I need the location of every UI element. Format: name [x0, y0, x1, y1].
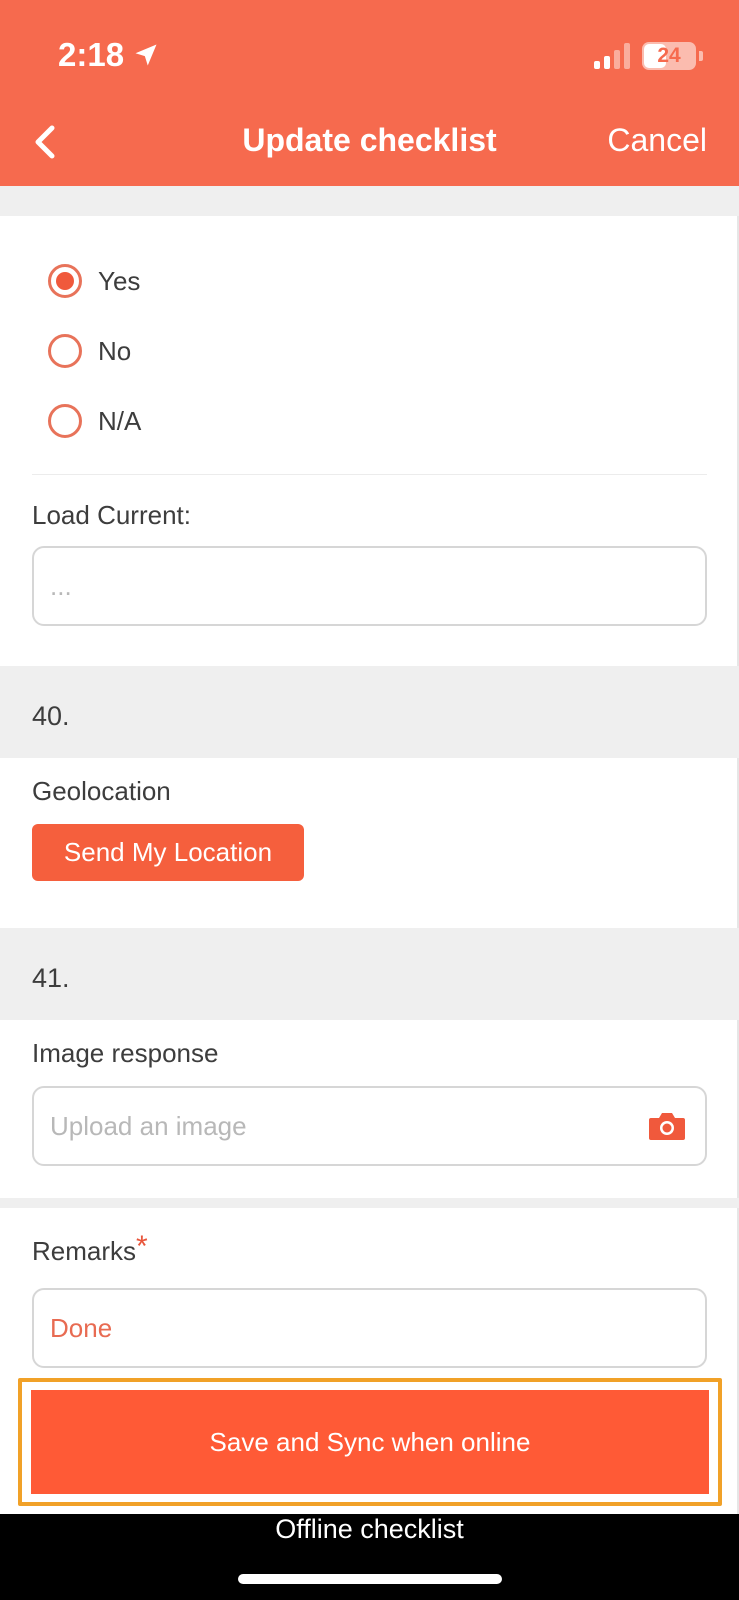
radio-option-yes[interactable]: Yes [48, 264, 140, 298]
image-upload-field[interactable]: Upload an image [32, 1086, 707, 1166]
load-current-input[interactable]: ... [32, 546, 707, 626]
status-time-text: 2:18 [58, 36, 125, 73]
section-separator [0, 1198, 739, 1208]
required-asterisk: * [136, 1230, 148, 1263]
camera-icon[interactable] [647, 1110, 687, 1142]
geolocation-label: Geolocation [32, 776, 171, 806]
divider [32, 474, 707, 475]
load-current-label: Load Current: [32, 500, 191, 530]
save-sync-button[interactable]: Save and Sync when online [31, 1390, 709, 1494]
remarks-value: Done [50, 1312, 113, 1343]
remarks-label: Remarks* [32, 1230, 148, 1270]
status-time: 2:18 [58, 36, 160, 74]
question-number-41: 41. [32, 963, 70, 993]
radio-label: N/A [98, 405, 142, 436]
location-arrow-icon [135, 44, 157, 66]
status-indicators: 24 [594, 42, 703, 70]
cellular-signal-icon [594, 43, 630, 69]
caption-text: Offline checklist [275, 1514, 464, 1544]
radio-unselected-icon [48, 404, 82, 438]
image-upload-placeholder: Upload an image [50, 1110, 247, 1141]
image-response-label: Image response [32, 1038, 219, 1068]
cancel-button[interactable]: Cancel [607, 122, 707, 159]
radio-option-no[interactable]: No [48, 334, 131, 368]
load-current-placeholder: ... [50, 570, 72, 601]
battery-icon: 24 [642, 42, 696, 70]
radio-label: No [98, 335, 132, 366]
radio-unselected-icon [48, 334, 82, 368]
remarks-input[interactable]: Done [32, 1288, 707, 1368]
section-header-39 [0, 186, 739, 216]
app-header: 2:18 24 Update checklist Cancel [0, 0, 739, 186]
section-header-41 [0, 928, 739, 1020]
question-number-40: 40. [32, 701, 70, 731]
send-location-button[interactable]: Send My Location [32, 824, 304, 881]
radio-label: Yes [98, 265, 141, 296]
remarks-label-text: Remarks [32, 1236, 137, 1266]
section-header-40 [0, 666, 739, 758]
radio-selected-icon [48, 264, 82, 298]
battery-level: 24 [657, 44, 681, 67]
radio-option-na[interactable]: N/A [48, 404, 141, 438]
home-indicator[interactable] [238, 1574, 502, 1584]
